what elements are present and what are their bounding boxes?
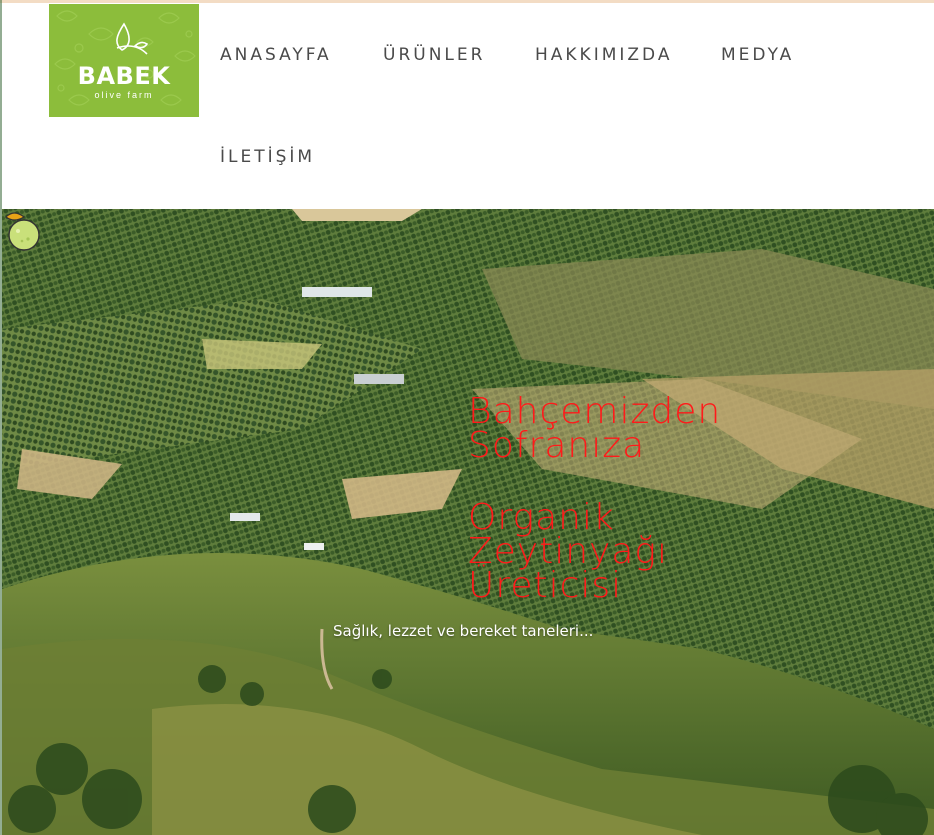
hero-title-line-1: Bahçemizden [468,391,722,432]
nav-item-home[interactable]: ANASAYFA [220,45,332,65]
leaf-pattern-icon [54,10,196,106]
site-header: BABEK olive farm ANASAYFA ÜRÜNLER HAKKIM… [2,3,934,209]
hero-tagline: Sağlık, lezzet ve bereket taneleri... [333,622,594,640]
hero-subtitle-line-1: Organik [468,497,615,538]
olive-icon [5,212,40,251]
nav-item-contact[interactable]: İLETİŞİM [220,147,315,167]
hero-banner: Bahçemizden Sofranıza Organik Zeytinyağı… [2,209,934,835]
brand-logo[interactable]: BABEK olive farm [49,4,199,117]
hero-subtitle-line-3: Üreticisi [468,565,623,606]
nav-item-about[interactable]: HAKKIMIZDA [535,45,672,65]
brand-tagline: olive farm [94,90,154,100]
brand-name: BABEK [77,62,171,90]
nav-item-products[interactable]: ÜRÜNLER [383,45,485,65]
nav-item-media[interactable]: MEDYA [721,45,794,65]
hero-subtitle-line-2: Zeytinyağı [468,531,669,572]
hero-title-line-2: Sofranıza [468,425,646,466]
